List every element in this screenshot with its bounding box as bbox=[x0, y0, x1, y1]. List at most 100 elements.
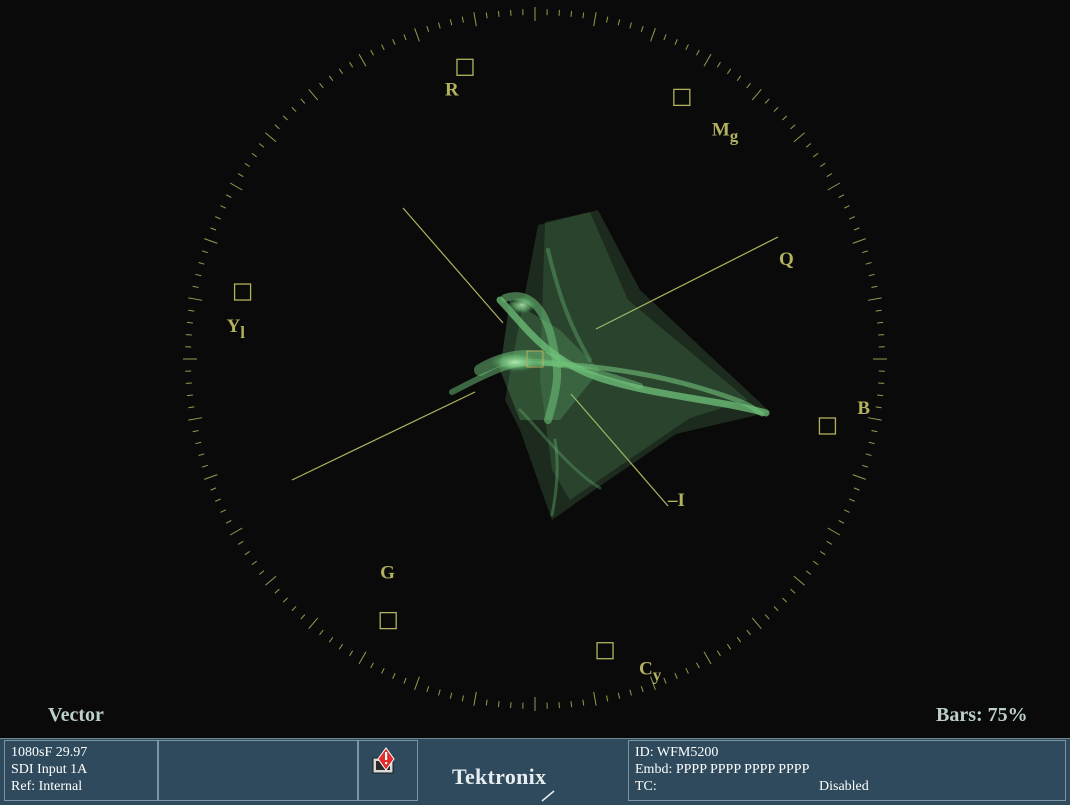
graticule-tick bbox=[449, 692, 453, 699]
target-box-r bbox=[456, 58, 474, 76]
graticule-tick bbox=[291, 606, 297, 612]
graticule-tick bbox=[805, 570, 812, 575]
graticule-tick bbox=[674, 39, 678, 45]
graticule-tick bbox=[370, 49, 374, 56]
graticule-tick bbox=[229, 182, 243, 191]
graticule-tick bbox=[198, 453, 205, 456]
graticule-tick bbox=[790, 588, 796, 594]
graticule-tick bbox=[282, 597, 288, 603]
graticule-tick bbox=[308, 89, 319, 101]
graticule-tick bbox=[751, 89, 762, 101]
graticule-tick bbox=[201, 250, 208, 254]
graticule-tick bbox=[319, 82, 324, 89]
graticule-tick bbox=[764, 98, 770, 104]
graticule-tick bbox=[696, 49, 700, 56]
graticule-tick bbox=[338, 643, 344, 650]
graticule-tick bbox=[736, 637, 742, 643]
graticule-tick bbox=[862, 464, 869, 468]
mode-label: Vector bbox=[48, 704, 104, 726]
graticule-tick bbox=[640, 686, 644, 693]
graticule-tick bbox=[871, 285, 878, 288]
graticule-tick bbox=[838, 520, 845, 524]
graticule-tick bbox=[251, 560, 257, 566]
graticule-tick bbox=[865, 262, 872, 265]
graticule-tick bbox=[381, 667, 385, 674]
graticule-tick bbox=[381, 44, 385, 51]
graticule-tick bbox=[186, 394, 193, 397]
graticule-tick bbox=[593, 691, 597, 706]
graticule-tick bbox=[606, 695, 609, 702]
graticule-tick bbox=[215, 498, 221, 502]
graticule-tick bbox=[875, 406, 882, 409]
graticule-tick bbox=[716, 61, 721, 68]
graticule-tick bbox=[593, 12, 597, 27]
graticule-tick bbox=[291, 106, 297, 112]
graticule-tick bbox=[392, 39, 396, 45]
graticule-tick bbox=[188, 417, 203, 421]
graticule-tick bbox=[265, 575, 277, 586]
graticule-tick bbox=[726, 68, 732, 75]
graticule-tick bbox=[338, 68, 344, 75]
graticule-tick bbox=[790, 124, 796, 130]
graticule-tick bbox=[877, 321, 884, 324]
graticule-tick bbox=[244, 550, 251, 556]
graticule-tick bbox=[746, 629, 751, 636]
graticule-tick bbox=[319, 629, 324, 636]
graticule-tick bbox=[198, 262, 205, 265]
graticule-tick bbox=[782, 597, 788, 603]
brand-logo-text: Tektronix bbox=[452, 764, 547, 789]
graticule-tick bbox=[853, 487, 860, 491]
input-text: SDI Input 1A bbox=[11, 762, 88, 777]
graticule-tick bbox=[617, 19, 621, 26]
graticule-tick bbox=[764, 614, 770, 620]
graticule-tick bbox=[640, 25, 644, 32]
graticule-tick bbox=[827, 182, 841, 191]
alarm-warning-icon[interactable] bbox=[370, 746, 400, 776]
graticule-tick bbox=[736, 75, 742, 81]
graticule-tick bbox=[726, 643, 732, 650]
graticule-tick bbox=[188, 297, 203, 301]
vector-trace bbox=[449, 210, 770, 520]
graticule-tick bbox=[229, 527, 243, 536]
graticule-tick bbox=[438, 22, 441, 29]
graticule-tick bbox=[629, 689, 632, 696]
graticule-tick bbox=[813, 560, 819, 566]
graticule-tick bbox=[773, 106, 779, 112]
graticule-tick bbox=[426, 25, 430, 32]
graticule-tick bbox=[868, 273, 875, 277]
target-label-mg: Mg bbox=[712, 119, 739, 145]
graticule-tick bbox=[414, 676, 420, 690]
input-info-panel[interactable]: 1080sF 29.97 SDI Input 1A Ref: Internal bbox=[4, 740, 158, 801]
graticule-tick bbox=[570, 701, 573, 708]
graticule-tick bbox=[773, 606, 779, 612]
graticule-tick bbox=[392, 673, 396, 679]
target-box-yl bbox=[233, 283, 252, 301]
graticule-tick bbox=[875, 309, 882, 312]
graticule-tick bbox=[485, 12, 488, 19]
graticule-tick bbox=[793, 575, 805, 586]
format-text: 1080sF 29.97 bbox=[11, 745, 88, 760]
timecode-row: TC: Disabled bbox=[635, 778, 1059, 795]
target-label-g: G bbox=[380, 563, 395, 584]
graticule-tick bbox=[819, 162, 826, 168]
graticule-tick bbox=[582, 699, 585, 706]
graticule-tick bbox=[358, 651, 367, 665]
graticule-tick bbox=[258, 143, 265, 148]
graticule-tick bbox=[827, 527, 841, 536]
brand-accent-mark bbox=[541, 790, 555, 802]
graticule-tick bbox=[497, 701, 500, 708]
graticule-tick bbox=[805, 143, 812, 148]
graticule-tick bbox=[473, 12, 477, 27]
graticule-tick bbox=[186, 321, 193, 324]
graticule-tick bbox=[220, 509, 227, 513]
device-info-panel[interactable]: ID: WFM5200 Embd: PPPP PPPP PPPP PPPP TC… bbox=[628, 740, 1066, 801]
graticule-tick bbox=[188, 406, 195, 409]
graticule-tick bbox=[220, 205, 227, 209]
graticule-tick bbox=[300, 614, 306, 620]
status-empty-panel bbox=[158, 740, 358, 801]
graticule-tick bbox=[426, 686, 430, 693]
target-label-b: B bbox=[857, 398, 870, 419]
embedded-audio-text: Embd: PPPP PPPP PPPP PPPP bbox=[635, 762, 810, 777]
graticule-tick bbox=[703, 651, 712, 665]
graticule-tick bbox=[192, 430, 199, 433]
